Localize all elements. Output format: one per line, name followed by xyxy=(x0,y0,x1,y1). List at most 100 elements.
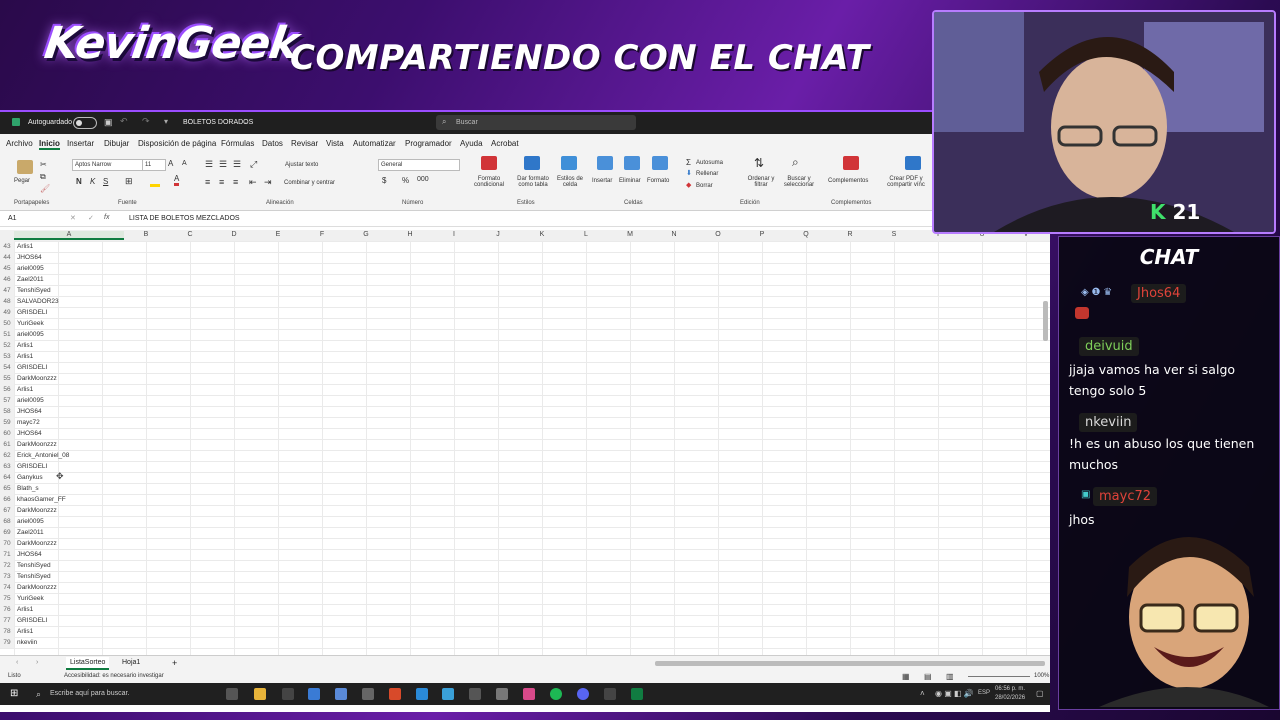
row-number[interactable]: 60 xyxy=(0,428,14,439)
table-row[interactable]: 79 nkeviin xyxy=(0,637,1050,648)
table-row[interactable]: 61 DarkMoonzzz xyxy=(0,439,1050,450)
cell-a[interactable]: Zael2011 xyxy=(17,274,44,285)
font-name-select[interactable]: Aptos Narrow xyxy=(72,159,144,171)
col-header-r[interactable]: R xyxy=(828,231,872,238)
decrease-font-icon[interactable]: A xyxy=(182,160,187,167)
row-number[interactable]: 43 xyxy=(0,241,14,252)
fill-button[interactable]: Rellenar xyxy=(696,171,718,177)
taskbar-search[interactable]: Escribe aquí para buscar. xyxy=(50,690,129,697)
tray-icons[interactable]: ◉ ▣ ◧ 🔊 xyxy=(935,689,974,698)
col-header-i[interactable]: I xyxy=(432,231,476,238)
format-cells-button[interactable]: Formato xyxy=(647,178,669,184)
thousands-icon[interactable]: 000 xyxy=(417,176,429,183)
row-number[interactable]: 75 xyxy=(0,593,14,604)
formula-input[interactable]: LISTA DE BOLETOS MEZCLADOS xyxy=(129,215,240,222)
row-number[interactable]: 58 xyxy=(0,406,14,417)
cell-a[interactable]: Arlis1 xyxy=(17,626,33,637)
create-pdf-icon[interactable] xyxy=(905,156,921,170)
tab-archivo[interactable]: Archivo xyxy=(6,139,33,148)
cell-a[interactable]: JHOS64 xyxy=(17,252,42,263)
row-number[interactable]: 53 xyxy=(0,351,14,362)
cell-a[interactable]: DarkMoonzzz xyxy=(17,505,57,516)
cell-a[interactable]: TenshiSyed xyxy=(17,560,51,571)
cell-a[interactable]: DarkMoonzzz xyxy=(17,582,57,593)
col-header-g[interactable]: G xyxy=(344,231,388,238)
delete-cells-button[interactable]: Eliminar xyxy=(619,178,641,184)
cell-a[interactable]: SALVADOR23 xyxy=(17,296,59,307)
row-number[interactable]: 73 xyxy=(0,571,14,582)
excel-taskbar-icon[interactable] xyxy=(631,688,643,700)
addins-button[interactable]: Complementos xyxy=(828,178,868,184)
sheet-tab-listasorteo[interactable]: ListaSorteo xyxy=(66,657,110,670)
table-row[interactable]: 52 Arlis1 xyxy=(0,340,1050,351)
row-number[interactable]: 64 xyxy=(0,472,14,483)
search-box[interactable]: ⌕ Buscar xyxy=(436,115,636,130)
table-row[interactable]: 71 JHOS64 xyxy=(0,549,1050,560)
language-indicator[interactable]: ESP xyxy=(978,690,990,696)
spreadsheet-grid[interactable]: 43 Arlis1 44 JHOS64 45 ariel0095 46 Zael2011 47 T… xyxy=(0,241,1050,655)
chat-username-2[interactable]: deivuid xyxy=(1079,337,1139,356)
function-icon[interactable]: fx xyxy=(104,214,109,221)
align-center-icon[interactable]: ≡ xyxy=(219,177,224,187)
row-number[interactable]: 51 xyxy=(0,329,14,340)
table-row[interactable]: 74 DarkMoonzzz xyxy=(0,582,1050,593)
notifications-icon[interactable]: ▢ xyxy=(1036,689,1044,698)
table-row[interactable]: 50 YuriGeek xyxy=(0,318,1050,329)
table-row[interactable]: 64 Ganykus xyxy=(0,472,1050,483)
wrap-text-button[interactable]: Ajustar texto xyxy=(285,162,318,168)
cell-a[interactable]: ariel0095 xyxy=(17,516,44,527)
copy-icon[interactable]: ⧉ xyxy=(40,172,46,182)
table-row[interactable]: 63 GRISDELI xyxy=(0,461,1050,472)
col-header-s[interactable]: S xyxy=(872,231,916,238)
row-number[interactable]: 56 xyxy=(0,384,14,395)
table-row[interactable]: 67 DarkMoonzzz xyxy=(0,505,1050,516)
cell-a[interactable]: GRISDELI xyxy=(17,461,47,472)
col-header-m[interactable]: M xyxy=(608,231,652,238)
cell-a[interactable]: JHOS64 xyxy=(17,406,42,417)
table-row[interactable]: 76 Arlis1 xyxy=(0,604,1050,615)
tab-datos[interactable]: Datos xyxy=(262,139,283,148)
decrease-indent-icon[interactable]: ⇤ xyxy=(249,177,257,188)
col-header-f[interactable]: F xyxy=(300,231,344,238)
tab-disposicion[interactable]: Disposición de página xyxy=(138,139,216,148)
page-break-icon[interactable]: ▥ xyxy=(946,672,954,681)
save-icon[interactable]: ▣ xyxy=(104,117,113,128)
paste-icon[interactable] xyxy=(17,160,33,174)
cell-a[interactable]: TenshiSyed xyxy=(17,285,51,296)
table-row[interactable]: 77 GRISDELI xyxy=(0,615,1050,626)
tab-programador[interactable]: Programador xyxy=(405,139,452,148)
cancel-icon[interactable]: ✕ xyxy=(70,214,76,222)
app-icon-4[interactable] xyxy=(523,688,535,700)
row-number[interactable]: 46 xyxy=(0,274,14,285)
find-select-icon[interactable]: ⌕ xyxy=(792,155,799,170)
table-row[interactable]: 49 GRISDELI xyxy=(0,307,1050,318)
cell-a[interactable]: GRISDELI xyxy=(17,362,47,373)
chat-username-3[interactable]: nkeviin xyxy=(1079,413,1138,432)
cell-a[interactable]: GRISDELI xyxy=(17,615,47,626)
autosum-button[interactable]: Autosuma xyxy=(696,160,723,166)
tab-formulas[interactable]: Fórmulas xyxy=(221,139,254,148)
illustrator-icon[interactable] xyxy=(389,688,401,700)
font-size-select[interactable]: 11 xyxy=(142,159,166,171)
normal-view-icon[interactable]: ▦ xyxy=(902,672,910,681)
cell-a[interactable]: TenshiSyed xyxy=(17,571,51,582)
app-icon-3[interactable] xyxy=(496,688,508,700)
table-row[interactable]: 46 Zael2011 xyxy=(0,274,1050,285)
cell-a[interactable]: nkeviin xyxy=(17,637,37,648)
tray-chevron-icon[interactable]: ˄ xyxy=(920,689,925,698)
tab-inicio[interactable]: Inicio xyxy=(39,139,60,150)
terminal-icon[interactable] xyxy=(282,688,294,700)
cell-a[interactable]: GRISDELI xyxy=(17,307,47,318)
insert-cells-button[interactable]: Insertar xyxy=(592,178,612,184)
percent-icon[interactable]: % xyxy=(402,176,409,185)
row-number[interactable]: 47 xyxy=(0,285,14,296)
tab-automatizar[interactable]: Automatizar xyxy=(353,139,396,148)
col-header-a[interactable]: A xyxy=(14,231,124,240)
tab-dibujar[interactable]: Dibujar xyxy=(104,139,129,148)
row-number[interactable]: 79 xyxy=(0,637,14,648)
italic-icon[interactable]: K xyxy=(90,177,95,186)
bold-icon[interactable]: N xyxy=(76,177,82,186)
currency-icon[interactable]: $ xyxy=(382,176,386,185)
col-header-h[interactable]: H xyxy=(388,231,432,238)
align-left-icon[interactable]: ≡ xyxy=(205,177,210,187)
